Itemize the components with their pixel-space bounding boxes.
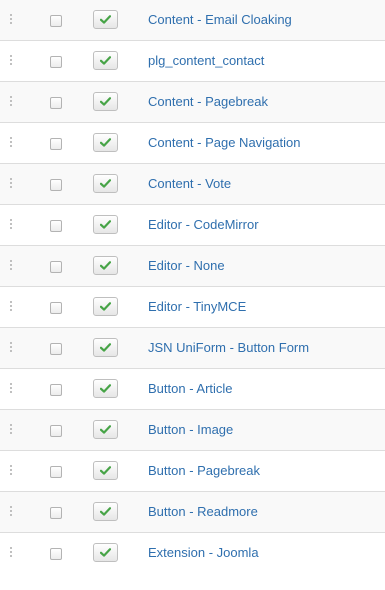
row-checkbox[interactable] — [50, 466, 62, 478]
row-checkbox[interactable] — [50, 97, 62, 109]
drag-handle-icon[interactable] — [10, 55, 14, 67]
row-checkbox[interactable] — [50, 384, 62, 396]
table-row: JSN UniForm - Button Form — [0, 327, 385, 368]
check-icon — [100, 548, 111, 557]
plugin-name-link[interactable]: Button - Image — [148, 422, 233, 438]
plugin-name-link[interactable]: Editor - CodeMirror — [148, 217, 259, 233]
table-row: Editor - TinyMCE — [0, 286, 385, 327]
check-icon — [100, 466, 111, 475]
table-row: Content - Pagebreak — [0, 81, 385, 122]
enabled-toggle-button[interactable] — [93, 379, 118, 398]
table-row: Extension - Joomla — [0, 532, 385, 573]
drag-handle-icon[interactable] — [10, 219, 14, 231]
drag-handle-icon[interactable] — [10, 424, 14, 436]
enabled-toggle-button[interactable] — [93, 256, 118, 275]
enabled-toggle-button[interactable] — [93, 92, 118, 111]
enabled-toggle-button[interactable] — [93, 502, 118, 521]
enabled-toggle-button[interactable] — [93, 174, 118, 193]
drag-handle-icon[interactable] — [10, 383, 14, 395]
check-icon — [100, 261, 111, 270]
row-checkbox[interactable] — [50, 548, 62, 560]
check-icon — [100, 343, 111, 352]
drag-handle-icon[interactable] — [10, 260, 14, 272]
drag-handle-icon[interactable] — [10, 137, 14, 149]
check-icon — [100, 138, 111, 147]
table-row: Button - Article — [0, 368, 385, 409]
drag-handle-icon[interactable] — [10, 547, 14, 559]
plugin-name-link[interactable]: Button - Readmore — [148, 504, 258, 520]
row-checkbox[interactable] — [50, 261, 62, 273]
drag-handle-icon[interactable] — [10, 342, 14, 354]
drag-handle-icon[interactable] — [10, 178, 14, 190]
row-checkbox[interactable] — [50, 15, 62, 27]
enabled-toggle-button[interactable] — [93, 338, 118, 357]
plugin-name-link[interactable]: Button - Article — [148, 381, 233, 397]
enabled-toggle-button[interactable] — [93, 51, 118, 70]
drag-handle-icon[interactable] — [10, 301, 14, 313]
table-row: Content - Page Navigation — [0, 122, 385, 163]
drag-handle-icon[interactable] — [10, 465, 14, 477]
plugin-name-link[interactable]: Content - Email Cloaking — [148, 12, 292, 28]
enabled-toggle-button[interactable] — [93, 10, 118, 29]
row-checkbox[interactable] — [50, 56, 62, 68]
row-checkbox[interactable] — [50, 343, 62, 355]
row-checkbox[interactable] — [50, 138, 62, 150]
drag-handle-icon[interactable] — [10, 96, 14, 108]
plugin-name-link[interactable]: Button - Pagebreak — [148, 463, 260, 479]
table-row: Editor - None — [0, 245, 385, 286]
table-row: Content - Vote — [0, 163, 385, 204]
check-icon — [100, 179, 111, 188]
enabled-toggle-button[interactable] — [93, 543, 118, 562]
check-icon — [100, 507, 111, 516]
drag-handle-icon[interactable] — [10, 14, 14, 26]
enabled-toggle-button[interactable] — [93, 420, 118, 439]
enabled-toggle-button[interactable] — [93, 215, 118, 234]
table-row: plg_content_contact — [0, 40, 385, 81]
check-icon — [100, 302, 111, 311]
plugin-name-link[interactable]: Editor - TinyMCE — [148, 299, 246, 315]
row-checkbox[interactable] — [50, 507, 62, 519]
check-icon — [100, 15, 111, 24]
table-row: Button - Readmore — [0, 491, 385, 532]
check-icon — [100, 425, 111, 434]
enabled-toggle-button[interactable] — [93, 133, 118, 152]
table-row: Content - Email Cloaking — [0, 0, 385, 40]
table-row: Button - Pagebreak — [0, 450, 385, 491]
plugin-name-link[interactable]: Content - Page Navigation — [148, 135, 300, 151]
plugin-name-link[interactable]: JSN UniForm - Button Form — [148, 340, 309, 356]
enabled-toggle-button[interactable] — [93, 461, 118, 480]
table-row: Button - Image — [0, 409, 385, 450]
check-icon — [100, 220, 111, 229]
plugin-name-link[interactable]: Content - Pagebreak — [148, 94, 268, 110]
plugin-name-link[interactable]: plg_content_contact — [148, 53, 264, 69]
check-icon — [100, 384, 111, 393]
row-checkbox[interactable] — [50, 425, 62, 437]
plugin-name-link[interactable]: Content - Vote — [148, 176, 231, 192]
row-checkbox[interactable] — [50, 179, 62, 191]
plugin-name-link[interactable]: Extension - Joomla — [148, 545, 259, 561]
check-icon — [100, 97, 111, 106]
table-row: Editor - CodeMirror — [0, 204, 385, 245]
plugin-name-link[interactable]: Editor - None — [148, 258, 225, 274]
plugin-list: Content - Email Cloaking plg_content_con… — [0, 0, 385, 590]
drag-handle-icon[interactable] — [10, 506, 14, 518]
check-icon — [100, 56, 111, 65]
row-checkbox[interactable] — [50, 302, 62, 314]
row-checkbox[interactable] — [50, 220, 62, 232]
enabled-toggle-button[interactable] — [93, 297, 118, 316]
